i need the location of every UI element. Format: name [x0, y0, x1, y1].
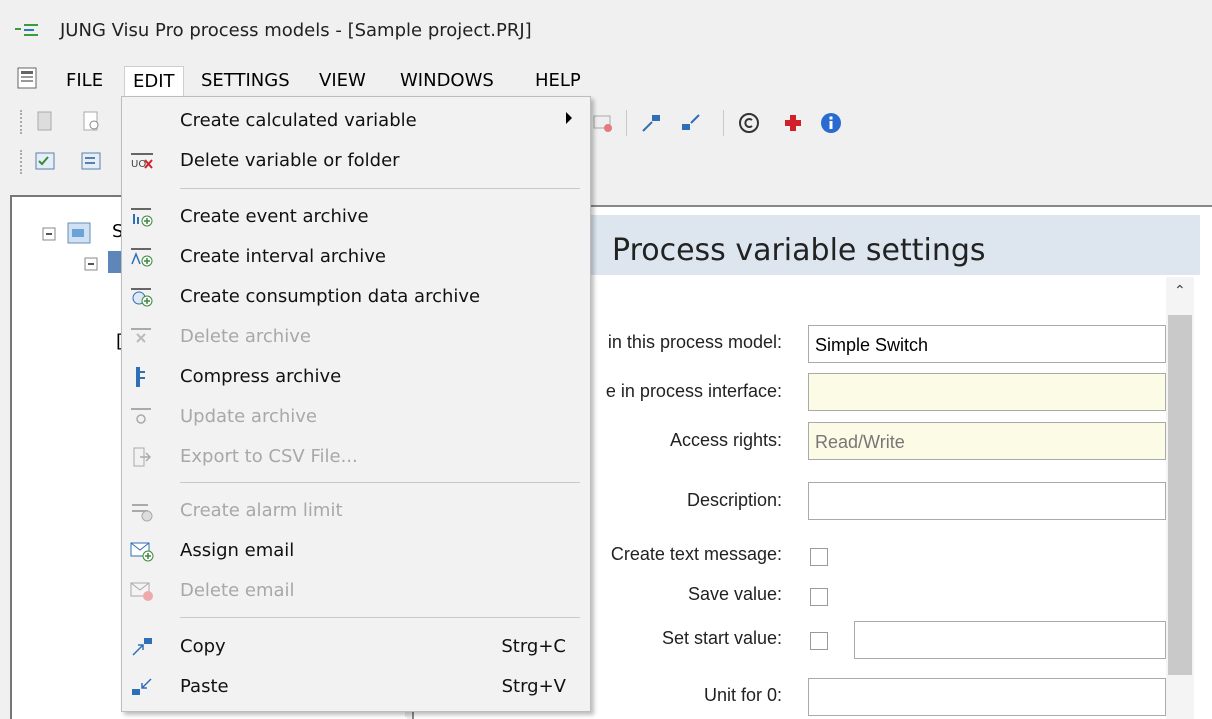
submenu-arrow-icon [566, 112, 572, 124]
tree-folder-icon[interactable] [108, 251, 122, 273]
system-menu-icon[interactable] [16, 66, 38, 90]
paste-icon [132, 678, 152, 695]
assign-email-icon [130, 542, 154, 562]
menu-item-create-consumption-archive[interactable]: Create consumption data archive [122, 279, 588, 315]
menu-item-label: Create alarm limit [180, 500, 343, 521]
app-logo-icon [15, 24, 38, 36]
scroll-thumb[interactable] [1168, 315, 1192, 675]
scroll-up-arrow-icon[interactable]: ⌃ [1174, 283, 1186, 299]
description-field[interactable] [808, 482, 1166, 520]
project-root-icon[interactable] [66, 219, 94, 247]
toolbar-separator-2 [723, 110, 724, 136]
menu-item-update-archive[interactable]: Update archive [122, 399, 588, 435]
delete-email-icon [130, 582, 153, 601]
menu-item-label: Copy [180, 636, 226, 657]
menu-item-label: Create consumption data archive [180, 286, 481, 307]
menu-item-label: Compress archive [180, 366, 342, 387]
menu-item-copy[interactable]: Copy Strg+C [122, 629, 588, 665]
menu-item-export-csv[interactable]: Export to CSV File... [122, 439, 588, 475]
update-archive-icon [131, 408, 151, 424]
unit-for-0-label: Unit for 0: [703, 685, 782, 705]
menu-item-label: Update archive [180, 406, 317, 427]
unit-for-0-field[interactable] [808, 678, 1166, 716]
checklist-view-icon[interactable] [34, 150, 56, 172]
menu-item-label: Create event archive [180, 206, 369, 227]
process-interface-field[interactable] [808, 373, 1166, 411]
window-title: JUNG Visu Pro process models - [Sample p… [60, 20, 532, 41]
menu-settings[interactable]: SETTINGS [193, 66, 298, 96]
menu-item-label: Delete archive [180, 326, 311, 347]
create-text-message-label: Create text message: [610, 544, 782, 564]
new-document-icon[interactable] [34, 110, 56, 132]
toolbar-grip-2[interactable] [20, 150, 26, 174]
alarm-limit-icon [132, 504, 153, 522]
set-start-value-checkbox[interactable] [810, 632, 828, 650]
compress-archive-icon [136, 367, 145, 387]
page-title: Process variable settings [612, 233, 986, 268]
description-label: Description: [686, 490, 782, 510]
menu-item-create-alarm-limit[interactable]: Create alarm limit [122, 493, 588, 529]
menu-item-label: Create interval archive [180, 246, 386, 267]
save-value-label: Save value: [687, 584, 782, 604]
menu-windows[interactable]: WINDOWS [392, 66, 502, 96]
menu-item-label: Paste [180, 676, 229, 697]
menu-separator [180, 188, 580, 189]
delete-archive-icon [131, 328, 151, 343]
menu-item-create-calculated-variable[interactable]: Create calculated variable [122, 103, 588, 139]
interval-archive-icon [131, 248, 153, 267]
menu-help[interactable]: HELP [527, 66, 589, 96]
menu-item-label: Delete variable or folder [180, 150, 400, 171]
toolbar-grip[interactable] [20, 110, 26, 134]
title-bar: JUNG Visu Pro process models - [Sample p… [0, 0, 1212, 60]
menu-view[interactable]: VIEW [311, 66, 374, 96]
tree-collapse-child-icon[interactable] [84, 257, 98, 271]
edit-menu-dropdown: Create calculated variable UO Delete var… [121, 96, 591, 712]
paste-toolbar-icon[interactable] [680, 112, 702, 134]
access-rights-field[interactable]: Read/Write [808, 422, 1166, 460]
start-value-field[interactable] [854, 621, 1166, 659]
tree-collapse-icon[interactable] [42, 227, 56, 241]
list-view-icon[interactable] [80, 150, 102, 172]
svg-text:UO: UO [131, 159, 146, 170]
menu-shortcut: Strg+C [501, 636, 566, 657]
process-model-name-field[interactable]: Simple Switch [808, 325, 1166, 363]
menu-item-create-interval-archive[interactable]: Create interval archive [122, 239, 588, 275]
set-start-value-label: Set start value: [661, 628, 782, 648]
consumption-archive-icon [131, 288, 153, 307]
menu-item-compress-archive[interactable]: Compress archive [122, 359, 588, 395]
menu-item-create-event-archive[interactable]: Create event archive [122, 199, 588, 235]
menu-separator [180, 617, 580, 618]
access-rights-label: Access rights: [669, 430, 782, 450]
menu-item-delete-variable[interactable]: UO Delete variable or folder [122, 143, 588, 179]
document-info-icon[interactable] [80, 110, 102, 132]
vertical-scrollbar[interactable]: ⌃ [1166, 277, 1194, 719]
menu-item-label: Export to CSV File... [180, 446, 358, 467]
menu-file[interactable]: FILE [58, 66, 111, 96]
info-icon[interactable] [820, 112, 842, 134]
menu-item-assign-email[interactable]: Assign email [122, 533, 588, 569]
process-model-name-label: in this process model: [607, 332, 782, 352]
menu-item-delete-email[interactable]: Delete email [122, 573, 588, 609]
create-text-message-checkbox[interactable] [810, 548, 828, 566]
save-value-checkbox[interactable] [810, 588, 828, 606]
menu-item-paste[interactable]: Paste Strg+V [122, 669, 588, 705]
toolbar-separator [626, 110, 627, 136]
delete-email-toolbar-icon[interactable] [592, 112, 614, 134]
menu-item-label: Assign email [180, 540, 295, 561]
menu-item-delete-archive[interactable]: Delete archive [122, 319, 588, 355]
copy-toolbar-icon[interactable] [640, 112, 662, 134]
delete-variable-icon: UO [131, 153, 153, 170]
menu-item-label: Delete email [180, 580, 295, 601]
export-csv-icon [133, 447, 152, 467]
red-cross-icon[interactable] [782, 112, 804, 134]
copy-icon [132, 638, 152, 656]
menu-item-label: Create calculated variable [180, 110, 417, 131]
event-archive-icon [131, 208, 153, 227]
process-interface-label: e in process interface: [605, 381, 782, 401]
menu-separator [180, 482, 580, 483]
copyright-icon[interactable] [738, 112, 760, 134]
menu-shortcut: Strg+V [501, 676, 566, 697]
menu-edit[interactable]: EDIT [124, 66, 184, 97]
